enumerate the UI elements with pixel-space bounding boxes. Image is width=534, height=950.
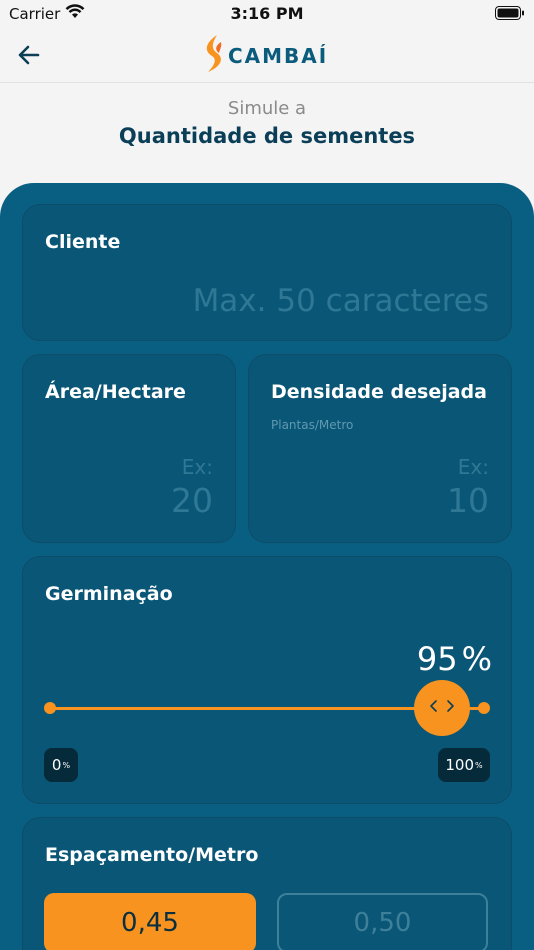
- espacamento-option-label: 0,45: [121, 908, 179, 938]
- area-placeholder-prefix: Ex:: [181, 455, 213, 479]
- slider-max-chip: 100%: [438, 748, 490, 782]
- espacamento-option-045[interactable]: 0,45: [44, 893, 256, 950]
- espacamento-option-label: 0,50: [353, 908, 412, 938]
- slider-max-unit: %: [475, 760, 483, 770]
- densidade-placeholder-value: 10: [447, 481, 489, 520]
- germinacao-slider-thumb[interactable]: [414, 680, 470, 736]
- brand-logo: CAMBAÍ: [200, 34, 329, 78]
- espacamento-option-050[interactable]: 0,50: [277, 893, 488, 950]
- clock: 3:16 PM: [230, 4, 304, 23]
- slider-min-unit: %: [62, 760, 71, 770]
- flame-logo-icon: [200, 34, 226, 78]
- densidade-placeholder-prefix: Ex:: [457, 455, 489, 479]
- navbar: CAMBAÍ: [0, 28, 534, 83]
- status-bar: Carrier 3:16 PM: [0, 0, 534, 28]
- germinacao-value-number: 95: [416, 640, 458, 678]
- germinacao-label: Germinação: [45, 583, 173, 605]
- slider-min-label: 0: [51, 756, 62, 774]
- slider-max-label: 100: [445, 756, 475, 774]
- area-label: Área/Hectare: [45, 381, 186, 403]
- page-subtitle: Simule a: [227, 98, 307, 119]
- back-arrow-icon[interactable]: [14, 40, 44, 70]
- cliente-placeholder: Max. 50 caracteres: [192, 283, 489, 319]
- slider-min-chip: 0%: [44, 748, 78, 782]
- espacamento-label: Espaçamento/Metro: [45, 844, 259, 866]
- slider-min-dot: [44, 702, 56, 714]
- densidade-field[interactable]: Densidade desejada Plantas/Metro Ex: 10: [248, 354, 512, 543]
- slider-max-dot: [478, 702, 490, 714]
- area-placeholder-value: 20: [171, 481, 213, 520]
- germinacao-value-unit: %: [461, 640, 492, 678]
- page-title: Quantidade de sementes: [118, 124, 416, 148]
- germinacao-value: 95%: [417, 640, 492, 678]
- battery-icon: [495, 6, 525, 25]
- cliente-field[interactable]: Cliente Max. 50 caracteres: [22, 204, 512, 341]
- chevrons-left-right-icon: [427, 698, 457, 718]
- densidade-label: Densidade desejada: [271, 381, 487, 403]
- densidade-sublabel: Plantas/Metro: [271, 418, 354, 432]
- cliente-label: Cliente: [45, 231, 121, 253]
- area-field[interactable]: Área/Hectare Ex: 20: [22, 354, 236, 543]
- brand-name: CAMBAÍ: [228, 44, 329, 68]
